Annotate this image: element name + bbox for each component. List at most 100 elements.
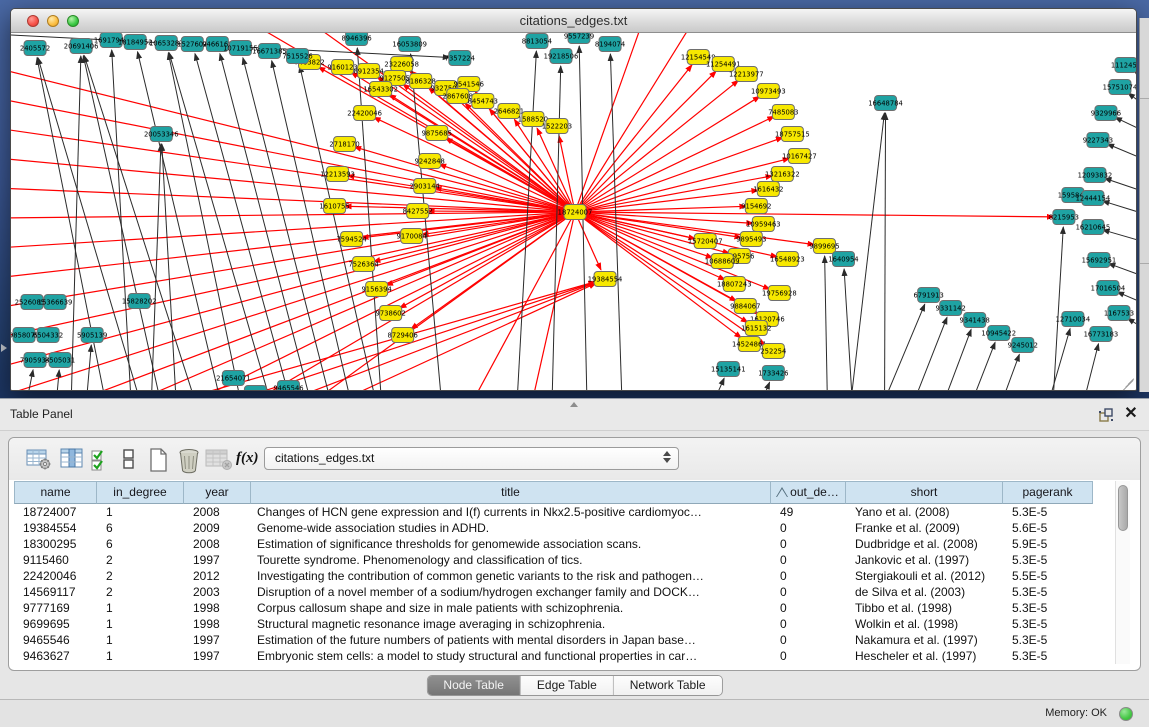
network-graph[interactable]: 1872400774638229160123891235423226058912…	[11, 33, 1136, 390]
network-canvas[interactable]: 1872400774638229160123891235423226058912…	[11, 33, 1136, 390]
table-settings-icon[interactable]	[25, 446, 53, 472]
network-node[interactable]: 8454743	[468, 94, 498, 109]
network-edge[interactable]	[575, 65, 692, 212]
column-header-out_de[interactable]: out_de…	[771, 481, 846, 504]
network-edge[interactable]	[389, 94, 575, 212]
memory-status-indicator[interactable]	[1119, 707, 1133, 721]
network-node[interactable]: 8215953	[1049, 210, 1079, 225]
network-edge[interactable]	[472, 212, 575, 390]
network-node[interactable]: 6791913	[913, 288, 943, 303]
table-row[interactable]: 911546021997Tourette syndrome. Phenomeno…	[14, 552, 1093, 568]
network-edge[interactable]	[760, 382, 769, 390]
column-header-short[interactable]: short	[846, 481, 1003, 504]
network-node[interactable]: 15135141	[711, 362, 746, 377]
network-node[interactable]: 8813054	[522, 34, 552, 49]
network-edge[interactable]	[844, 269, 852, 390]
network-node[interactable]: 8194074	[595, 37, 625, 52]
network-node[interactable]: 23226058	[384, 57, 419, 72]
network-node[interactable]: 9465546	[273, 381, 303, 391]
network-node[interactable]: 9557239	[564, 33, 594, 44]
column-header-in_degree[interactable]: in_degree	[97, 481, 184, 504]
network-edge[interactable]	[1102, 201, 1136, 215]
network-node[interactable]: 16053809	[392, 37, 427, 52]
network-edge[interactable]	[1107, 144, 1136, 161]
network-node[interactable]: 8427552	[403, 204, 433, 219]
network-node[interactable]: 9875685	[422, 126, 452, 141]
network-edge[interactable]	[1104, 178, 1136, 193]
network-node[interactable]: 10973493	[751, 84, 786, 99]
close-panel-icon[interactable]: ✕	[1123, 404, 1139, 424]
network-edge[interactable]	[11, 212, 575, 308]
network-edge[interactable]	[1128, 93, 1136, 108]
network-node[interactable]: 7485083	[768, 105, 798, 120]
network-node[interactable]: 9341438	[960, 313, 990, 328]
network-node[interactable]: 6504332	[33, 328, 63, 343]
network-edge[interactable]	[151, 144, 161, 390]
trash-icon[interactable]	[175, 446, 203, 472]
float-panel-icon[interactable]	[1097, 406, 1115, 424]
table-row[interactable]: 977716911998Corpus callosum shape and si…	[14, 600, 1093, 616]
network-node[interactable]: 9156394	[361, 282, 391, 297]
network-edge[interactable]	[191, 212, 575, 390]
network-node[interactable]: 10167427	[782, 149, 817, 164]
network-edge[interactable]	[1117, 292, 1136, 305]
network-node[interactable]: 10959463	[746, 217, 781, 232]
network-node[interactable]: 1640954	[828, 252, 858, 267]
table-column-icon[interactable]	[58, 446, 86, 472]
network-node[interactable]: 9227343	[1083, 133, 1113, 148]
network-node[interactable]: 7515526	[282, 49, 312, 64]
network-node[interactable]: 1112458	[1111, 58, 1136, 73]
network-node[interactable]: 9884067	[730, 299, 760, 314]
function-icon[interactable]: f(x)	[236, 445, 264, 471]
network-node[interactable]: 9154692	[741, 199, 771, 214]
table-row[interactable]: 1938455462009Genome-wide association stu…	[14, 520, 1093, 536]
network-edge[interactable]	[1053, 227, 1063, 390]
network-node[interactable]: 7357224	[445, 51, 475, 66]
network-node[interactable]: 5905139	[77, 328, 107, 343]
network-node[interactable]: 9170084	[397, 229, 427, 244]
network-node[interactable]: 1616432	[753, 182, 783, 197]
table-row[interactable]: 946554611997Estimation of the future num…	[14, 632, 1093, 648]
network-edge[interactable]	[575, 33, 692, 212]
network-node[interactable]: 18757515	[775, 127, 810, 142]
network-edge[interactable]	[971, 342, 995, 390]
network-node[interactable]: 1615132	[741, 321, 771, 336]
network-node[interactable]: 9738602	[376, 306, 406, 321]
table-row[interactable]: 946362711997Embryonic stem cells: a mode…	[14, 648, 1093, 664]
network-edge[interactable]	[220, 54, 312, 390]
split-handle-icon[interactable]	[570, 402, 578, 407]
network-edge[interactable]	[169, 53, 271, 390]
network-edge[interactable]	[11, 212, 575, 390]
network-node[interactable]: 15828202	[122, 294, 157, 309]
network-edge[interactable]	[1001, 354, 1020, 390]
network-node[interactable]: 9242848	[415, 154, 445, 169]
table-vertical-scrollbar[interactable]	[1115, 481, 1130, 664]
column-header-title[interactable]: title	[251, 481, 771, 504]
rows-icon[interactable]	[119, 446, 147, 472]
network-node[interactable]: 9329966	[1091, 106, 1121, 121]
network-node[interactable]: 2903144	[410, 179, 440, 194]
network-node[interactable]: 9245012	[1008, 338, 1038, 353]
network-edge[interactable]	[575, 71, 716, 212]
network-edge[interactable]	[913, 317, 947, 390]
network-edge[interactable]	[11, 158, 575, 212]
network-edge[interactable]	[1103, 230, 1136, 243]
network-edge[interactable]	[575, 80, 739, 212]
network-node[interactable]: 19218506	[544, 49, 579, 64]
scrollbar-thumb[interactable]	[1118, 485, 1128, 531]
network-node[interactable]: 1167533	[1104, 306, 1134, 321]
panel-collapse-arrow-icon[interactable]	[1, 344, 7, 352]
network-node[interactable]: 1733426	[758, 366, 788, 381]
network-edge[interactable]	[850, 113, 884, 390]
window-resize-grip[interactable]	[1121, 375, 1134, 388]
table-select-dropdown[interactable]: citations_edges.txt	[264, 447, 679, 470]
network-edge[interactable]	[1083, 344, 1099, 390]
table-row[interactable]: 1456911722003Disruption of a novel membe…	[14, 584, 1093, 600]
table-row[interactable]: 1830029562008Estimation of significance …	[14, 536, 1093, 552]
network-node[interactable]: 16548923	[770, 252, 805, 267]
network-node[interactable]: 1522203	[542, 119, 572, 134]
network-edge[interactable]	[883, 304, 925, 390]
network-edge[interactable]	[712, 378, 724, 390]
network-edge[interactable]	[885, 113, 886, 390]
network-edge[interactable]	[272, 61, 352, 390]
